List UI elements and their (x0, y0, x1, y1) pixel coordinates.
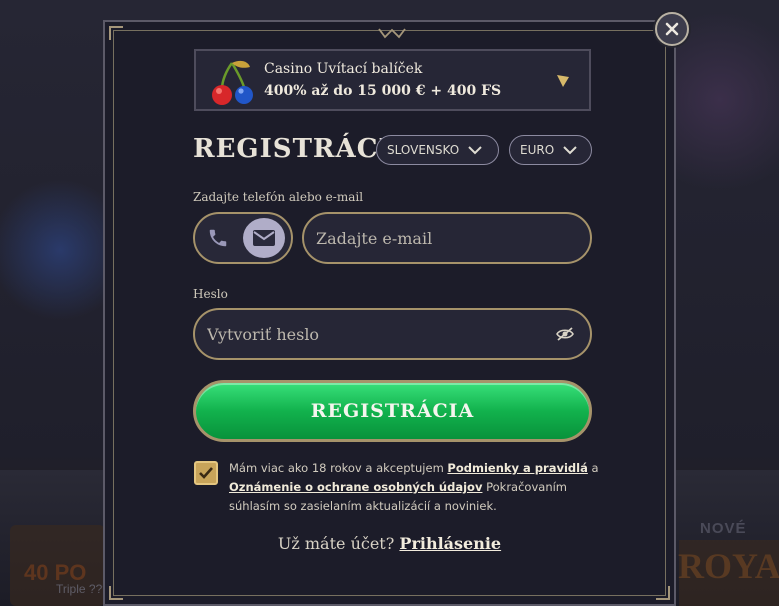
frame-corner (656, 586, 670, 600)
password-field[interactable] (193, 308, 592, 360)
register-button[interactable]: REGISTRÁCIA (193, 380, 592, 442)
country-select[interactable]: SLOVENSKO (376, 135, 499, 165)
terms-link[interactable]: Podmienky a pravidlá (447, 461, 587, 475)
currency-value: EURO (520, 143, 555, 157)
email-field[interactable] (302, 212, 592, 264)
background-new-badge: NOVÉ (700, 520, 747, 537)
registration-modal: Casino Uvítací balíček 400% až do 15 000… (103, 20, 676, 606)
welcome-bonus-selector[interactable]: Casino Uvítací balíček 400% až do 15 000… (194, 49, 591, 111)
contact-method-toggle (193, 212, 293, 264)
cherry-icon (212, 60, 253, 105)
bonus-subtitle: 400% až do 15 000 € + 400 FS (264, 83, 502, 99)
frame-corner (109, 26, 123, 40)
eye-off-icon[interactable] (556, 326, 574, 342)
phone-icon (209, 229, 227, 247)
background-logo-text: ROYA (678, 546, 779, 586)
close-button[interactable] (655, 12, 689, 46)
password-input[interactable] (207, 324, 590, 344)
bonus-title: Casino Uvítací balíček (264, 61, 423, 77)
country-value: SLOVENSKO (387, 143, 460, 157)
terms-checkbox[interactable] (194, 461, 218, 485)
privacy-link[interactable]: Oznámenie o ochrane osobných údajov (229, 480, 482, 494)
ornament-icon (378, 28, 406, 39)
terms-prefix: Mám viac ako 18 rokov a akceptujem (229, 461, 448, 475)
email-input[interactable] (316, 228, 590, 248)
chevron-down-icon (557, 75, 569, 87)
checkmark-icon (199, 467, 213, 479)
chevron-down-icon (563, 146, 577, 155)
frame-corner (109, 586, 123, 600)
mail-icon (253, 230, 275, 246)
chevron-down-icon (468, 146, 482, 155)
login-row: Už máte účet? Prihlásenie (105, 534, 674, 553)
terms-text: Mám viac ako 18 rokov a akceptujem Podmi… (229, 459, 599, 516)
email-method-button[interactable] (243, 218, 285, 258)
login-prompt: Už máte účet? (277, 534, 395, 553)
password-label: Heslo (193, 287, 228, 301)
close-icon (665, 22, 679, 36)
currency-select[interactable]: EURO (509, 135, 592, 165)
phone-method-button[interactable] (203, 223, 233, 253)
contact-label: Zadajte telefón alebo e-mail (193, 190, 364, 204)
login-link[interactable]: Prihlásenie (399, 534, 501, 553)
terms-middle: a (587, 461, 599, 475)
